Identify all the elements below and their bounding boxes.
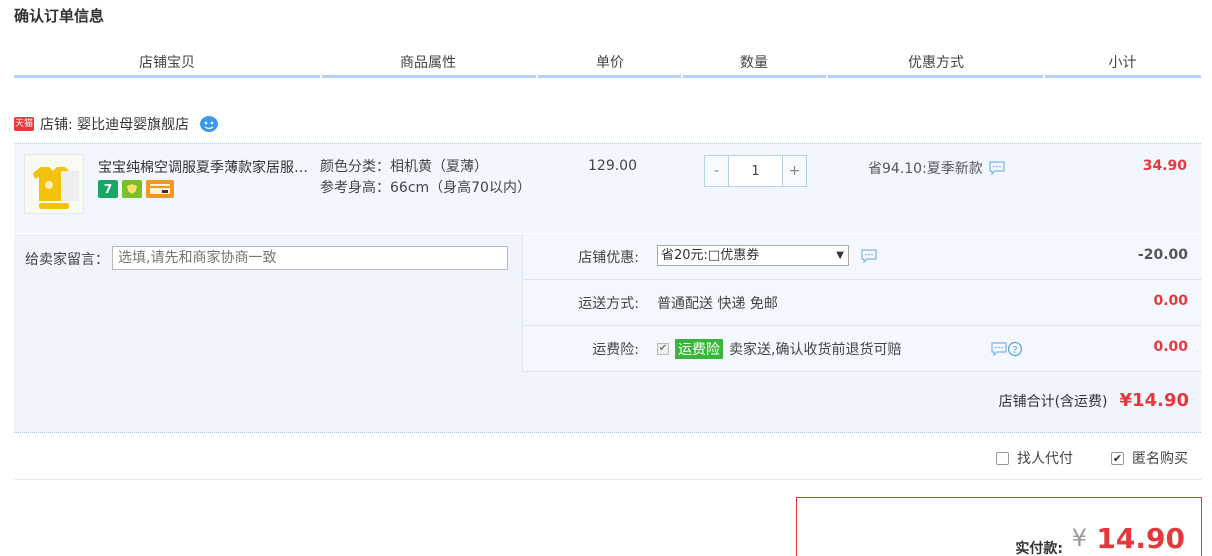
insurance-badge: 运费险 — [675, 339, 723, 359]
product-attributes: 颜色分类：相机黄（夏薄） 参考身高：66cm（身高70以内） — [320, 157, 531, 199]
insurance-tip-icons: ? — [991, 341, 1023, 361]
proxy-pay-checkbox[interactable] — [996, 451, 1009, 465]
coupon-selected-value: 省20元:□优惠券 — [661, 248, 760, 263]
product-title-link[interactable]: 宝宝纯棉空调服夏季薄款家居服… — [98, 157, 318, 177]
insurance-checkbox[interactable]: ✔ — [657, 343, 669, 355]
guarantee-icon[interactable] — [122, 180, 142, 198]
attribute-color: 颜色分类：相机黄（夏薄） — [320, 159, 488, 175]
store-total: 店铺合计(含运费) ¥14.90 — [999, 390, 1189, 411]
seller-message-input[interactable] — [112, 246, 508, 270]
seven-day-return-icon[interactable]: 7 — [98, 180, 118, 198]
quantity-decrease-button[interactable]: - — [705, 156, 729, 186]
page-title: 确认订单信息 — [14, 7, 105, 25]
column-discount: 优惠方式 — [908, 55, 964, 71]
insurance-row: 运费险: ✔ 运费险 卖家送,确认收货前退货可赔 ? 0.00 — [523, 326, 1202, 372]
item-subtotal: 34.90 — [1142, 158, 1187, 174]
dropdown-arrow-icon: ▼ — [836, 250, 844, 261]
coupon-row: 店铺优惠: 省20元:□优惠券 ▼ -20.00 — [523, 234, 1202, 280]
payment-currency: ¥ — [1071, 524, 1087, 552]
column-quantity: 数量 — [740, 55, 768, 71]
anonymous-checkbox[interactable]: ✔ — [1111, 451, 1124, 465]
proxy-pay-option[interactable]: 找人代付 — [996, 448, 1073, 468]
unit-price: 129.00 — [588, 158, 637, 174]
column-attributes: 商品属性 — [400, 55, 456, 71]
attribute-height: 参考身高：66cm（身高70以内） — [320, 180, 531, 196]
promo-text: 省94.10:夏季新款 — [868, 161, 983, 177]
insurance-help-icon[interactable]: ? — [1007, 341, 1023, 361]
column-shop-item: 店铺宝贝 — [139, 55, 195, 71]
coupon-amount: -20.00 — [1137, 247, 1188, 263]
proxy-pay-label: 找人代付 — [1017, 451, 1073, 467]
column-subtotal: 小计 — [1108, 55, 1137, 71]
wangwang-chat-icon[interactable] — [199, 115, 219, 133]
store-total-label: 店铺合计(含运费) — [998, 394, 1108, 410]
payment-amount: 14.90 — [1096, 522, 1185, 555]
coupon-tip-icon[interactable] — [861, 249, 877, 264]
insurance-label: 运费险: — [592, 342, 639, 358]
promo-info: 省94.10:夏季新款 — [868, 158, 1005, 178]
insurance-info: ✔ 运费险 卖家送,确认收货前退货可赔 — [657, 339, 901, 359]
credit-card-icon[interactable] — [146, 180, 174, 198]
shipping-row: 运送方式: 普通配送 快递 免邮 0.00 — [523, 280, 1202, 326]
shop-row: 天猫 店铺: 婴比迪母婴旗舰店 — [14, 113, 219, 135]
insurance-chat-icon[interactable] — [991, 342, 1007, 360]
coupon-select[interactable]: 省20元:□优惠券 ▼ — [657, 245, 849, 266]
shop-name-link[interactable]: 店铺: 婴比迪母婴旗舰店 — [40, 114, 189, 134]
promo-tip-icon[interactable] — [989, 161, 1005, 176]
quantity-input[interactable] — [729, 156, 782, 186]
seller-message-label: 给卖家留言： — [25, 252, 109, 268]
shipping-amount: 0.00 — [1153, 293, 1188, 309]
shipping-method: 普通配送 快递 免邮 — [657, 296, 778, 312]
shipping-label: 运送方式: — [578, 296, 639, 312]
cart-item-row: 宝宝纯棉空调服夏季薄款家居服… 7 颜色分类：相机黄（夏薄） 参考身高：66cm… — [14, 143, 1201, 233]
quantity-increase-button[interactable]: + — [782, 156, 806, 186]
service-icons: 7 — [98, 180, 174, 198]
order-detail-area: 给卖家留言： 店铺优惠: 省20元:□优惠券 ▼ -20.00 运送方式: 普通… — [14, 234, 1202, 433]
anonymous-option[interactable]: ✔ 匿名购买 — [1111, 448, 1188, 468]
store-total-value: ¥14.90 — [1119, 390, 1189, 411]
column-header: 店铺宝贝 商品属性 单价 数量 优惠方式 小计 — [14, 44, 1201, 78]
coupon-label: 店铺优惠: — [578, 250, 639, 266]
svg-text:?: ? — [1012, 345, 1017, 356]
payment-summary: 实付款: ¥ 14.90 — [796, 497, 1202, 556]
quantity-stepper: - + — [704, 155, 807, 187]
column-unit-price: 单价 — [596, 55, 624, 71]
payment-label: 实付款: — [1015, 541, 1063, 556]
insurance-description: 卖家送,确认收货前退货可赔 — [729, 342, 902, 358]
insurance-amount: 0.00 — [1153, 339, 1188, 355]
product-thumbnail[interactable] — [24, 154, 84, 214]
anonymous-label: 匿名购买 — [1132, 451, 1188, 467]
tmall-badge-icon: 天猫 — [14, 117, 34, 131]
order-options: 店铺优惠: 省20元:□优惠券 ▼ -20.00 运送方式: 普通配送 快递 免… — [522, 234, 1202, 372]
extra-options: 找人代付 ✔ 匿名购买 — [14, 434, 1201, 480]
